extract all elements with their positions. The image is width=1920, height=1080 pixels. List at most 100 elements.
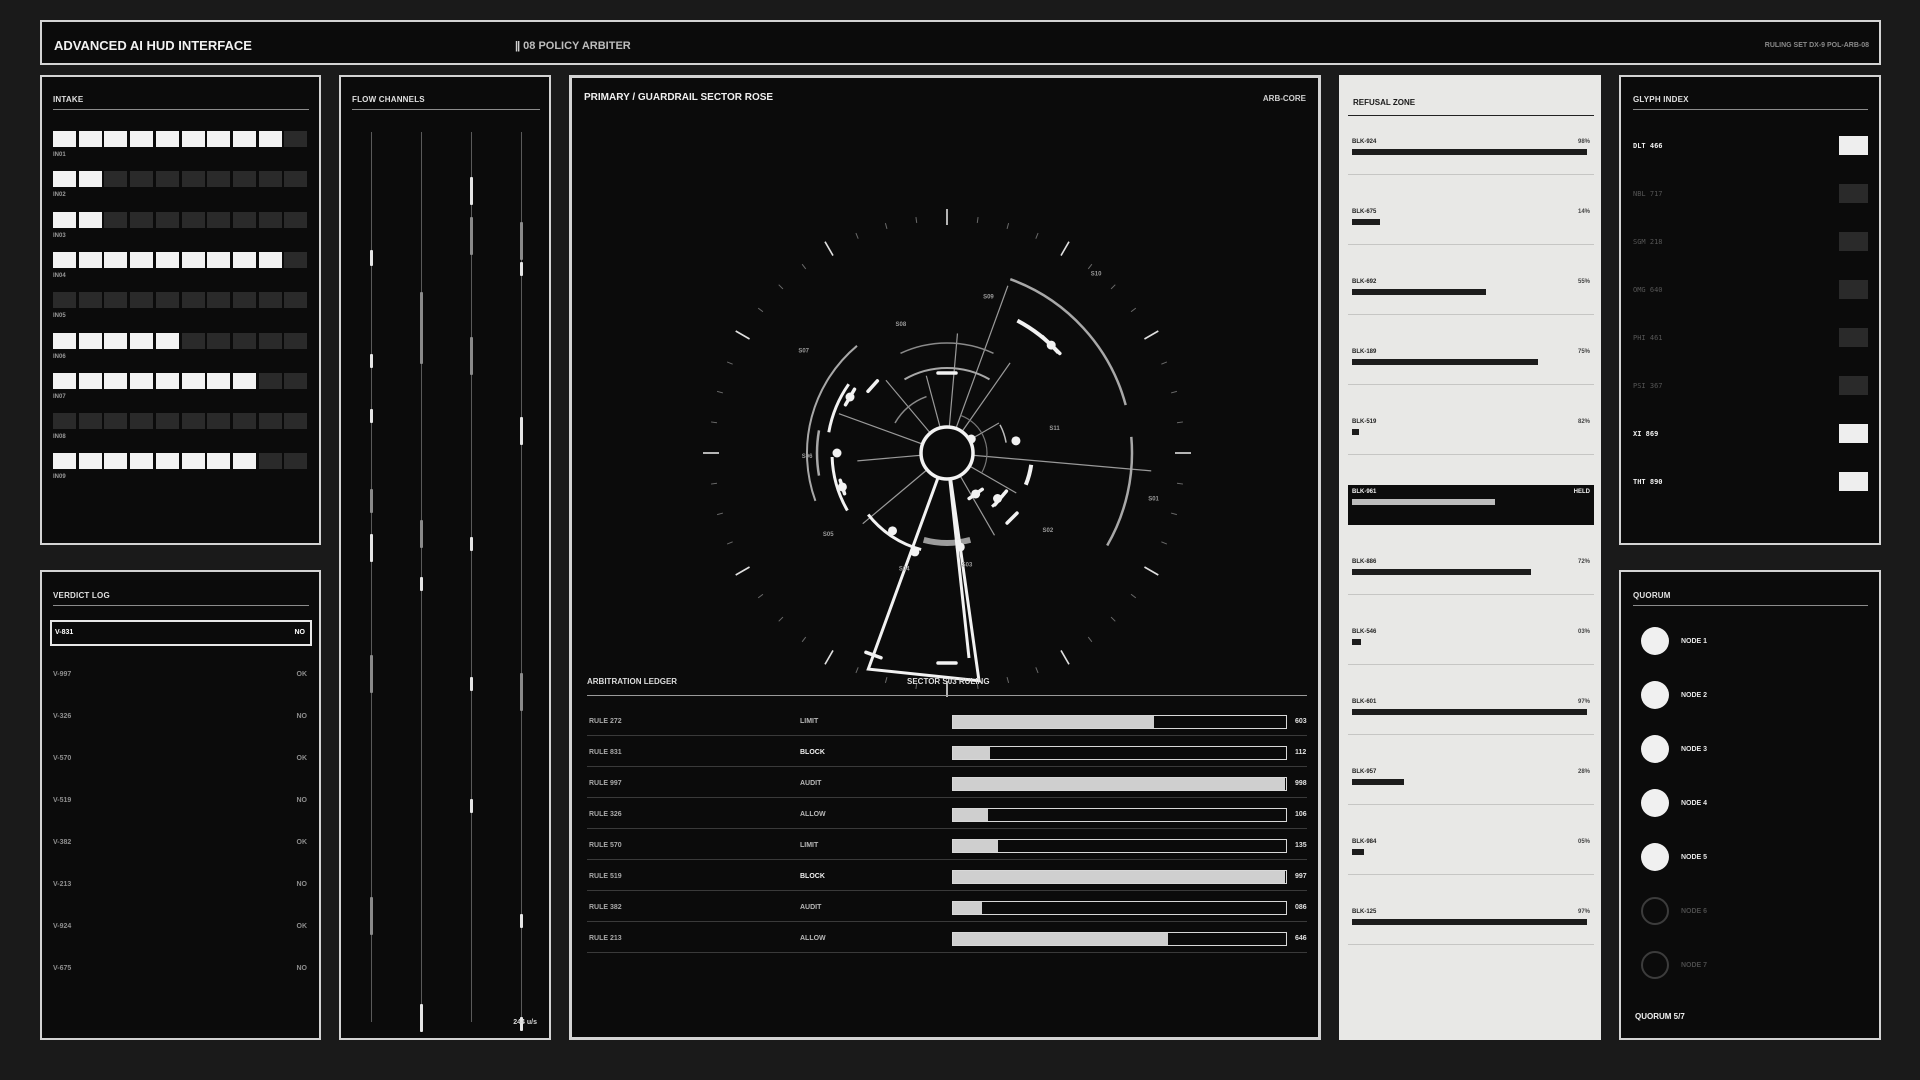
glyph-swatch: [1839, 472, 1868, 491]
intake-cell: [130, 211, 154, 228]
refusal-block-id: BLK-692: [1352, 279, 1377, 285]
ledger-value: 998: [1295, 780, 1307, 787]
ledger-row[interactable]: RULE 997 AUDIT 998: [587, 768, 1307, 798]
ledger-row[interactable]: RULE 519 BLOCK 997: [587, 861, 1307, 891]
intake-row[interactable]: [53, 131, 309, 147]
intake-cell: [258, 332, 282, 349]
quorum-node[interactable]: NODE 7: [1641, 951, 1821, 981]
verdict-row[interactable]: V-519 NO: [50, 788, 312, 814]
rose-cap: [866, 379, 880, 394]
glyph-label: OMG 640: [1633, 286, 1663, 294]
refusal-block[interactable]: BLK-125 97%: [1348, 905, 1594, 945]
glyph-row[interactable]: DLT 466: [1633, 136, 1868, 156]
intake-cell: [155, 292, 179, 309]
refusal-block[interactable]: BLK-984 05%: [1348, 835, 1594, 875]
quorum-node[interactable]: NODE 6: [1641, 897, 1821, 927]
verdict-row[interactable]: V-675 NO: [50, 956, 312, 982]
refusal-block[interactable]: BLK-519 82%: [1348, 415, 1594, 455]
glyph-swatch: [1839, 280, 1868, 299]
glyph-row[interactable]: XI 869: [1633, 424, 1868, 444]
rose-node-dot: [845, 392, 855, 402]
rose-sector-arc: [827, 383, 850, 433]
verdict-row[interactable]: V-924 OK: [50, 914, 312, 940]
refusal-block-id: BLK-961: [1352, 489, 1377, 495]
ledger-row[interactable]: RULE 382 AUDIT 086: [587, 892, 1307, 922]
glyph-row[interactable]: NBL 717: [1633, 184, 1868, 204]
glyph-row[interactable]: PHI 461: [1633, 328, 1868, 348]
quorum-node[interactable]: NODE 1: [1641, 627, 1821, 657]
verdict-row[interactable]: V-831 NO: [50, 620, 312, 646]
intake-cell: [258, 413, 282, 430]
flow-tick: [470, 799, 473, 813]
ledger-row[interactable]: RULE 272 LIMIT 603: [587, 706, 1307, 736]
ledger-bar: [952, 839, 1287, 853]
verdict-row[interactable]: V-326 NO: [50, 704, 312, 730]
ledger-row[interactable]: RULE 326 ALLOW 106: [587, 799, 1307, 829]
refusal-block-percent: 97%: [1577, 699, 1590, 705]
rose-tick: [726, 541, 733, 545]
quorum-node[interactable]: NODE 4: [1641, 789, 1821, 819]
glyph-label: PHI 461: [1633, 334, 1663, 342]
quorum-node[interactable]: NODE 2: [1641, 681, 1821, 711]
ledger-row[interactable]: RULE 570 LIMIT 135: [587, 830, 1307, 860]
glyph-row[interactable]: SGM 218: [1633, 232, 1868, 252]
refusal-block-track: [1352, 849, 1587, 855]
intake-cell: [104, 332, 128, 349]
refusal-block[interactable]: BLK-675 14%: [1348, 205, 1594, 245]
rose-tick: [1176, 482, 1184, 485]
intake-cell: [258, 171, 282, 188]
node-status-dot: [1641, 789, 1669, 817]
sector-label: S03: [962, 562, 973, 568]
quorum-node[interactable]: NODE 3: [1641, 735, 1821, 765]
verdict-row[interactable]: V-997 OK: [50, 662, 312, 688]
quorum-node[interactable]: NODE 5: [1641, 843, 1821, 873]
flow-tick: [370, 250, 373, 266]
refusal-block[interactable]: BLK-601 97%: [1348, 695, 1594, 735]
node-status-dot: [1641, 897, 1669, 925]
rose-tick: [735, 566, 750, 576]
verdict-row[interactable]: V-570 OK: [50, 746, 312, 772]
intake-cell: [104, 251, 128, 268]
rose-node-dot: [832, 448, 842, 458]
intake-cell: [155, 211, 179, 228]
refusal-block[interactable]: BLK-886 72%: [1348, 555, 1594, 595]
rose-tick: [801, 263, 807, 270]
intake-row[interactable]: [53, 251, 309, 268]
intake-row[interactable]: [53, 211, 309, 228]
verdict-row[interactable]: V-213 NO: [50, 872, 312, 898]
glyph-row[interactable]: PSI 367: [1633, 376, 1868, 396]
intake-row[interactable]: [53, 453, 309, 470]
ledger-row[interactable]: RULE 213 ALLOW 646: [587, 923, 1307, 953]
refusal-block[interactable]: BLK-546 03%: [1348, 625, 1594, 665]
glyph-row[interactable]: THT 890: [1633, 472, 1868, 492]
glyph-swatch: [1839, 136, 1868, 155]
refusal-block[interactable]: BLK-924 98%: [1348, 135, 1594, 175]
refusal-block[interactable]: BLK-692 55%: [1348, 275, 1594, 315]
intake-row[interactable]: [53, 292, 309, 309]
refusal-block-fill: [1352, 779, 1404, 785]
refusal-block-percent: 82%: [1577, 419, 1590, 425]
quorum-panel: QUORUM NODE 1 NODE 2 NODE 3 NODE 4 NODE 5 NOD…: [1619, 570, 1881, 1040]
intake-row[interactable]: [53, 171, 309, 188]
refusal-block[interactable]: BLK-189 75%: [1348, 345, 1594, 385]
verdict-row[interactable]: V-382 OK: [50, 830, 312, 856]
intake-row[interactable]: [53, 332, 309, 349]
refusal-block-track: [1352, 219, 1587, 225]
intake-cell: [155, 251, 179, 268]
rose-tick: [1035, 232, 1039, 239]
intake-cell: [53, 292, 76, 309]
intake-cell: [284, 453, 308, 470]
verdict-id: V-924: [53, 923, 72, 930]
intake-cell: [258, 131, 282, 147]
refusal-block-fill: [1352, 149, 1587, 155]
glyph-row[interactable]: OMG 640: [1633, 280, 1868, 300]
ledger-row[interactable]: RULE 831 BLOCK 112: [587, 737, 1307, 767]
intake-row[interactable]: [53, 413, 309, 430]
flow-tick: [370, 534, 373, 562]
verdict-id: V-831: [55, 629, 74, 636]
refusal-block[interactable]: BLK-961 HELD: [1348, 485, 1594, 525]
refusal-block[interactable]: BLK-957 28%: [1348, 765, 1594, 805]
intake-row[interactable]: [53, 372, 309, 389]
ledger-bar-fill: [953, 809, 989, 821]
guardrail-sector-rose[interactable]: S01 S02 S03 S04 S05 S06 S07 S08 S09 S10 S11: [672, 168, 1222, 738]
